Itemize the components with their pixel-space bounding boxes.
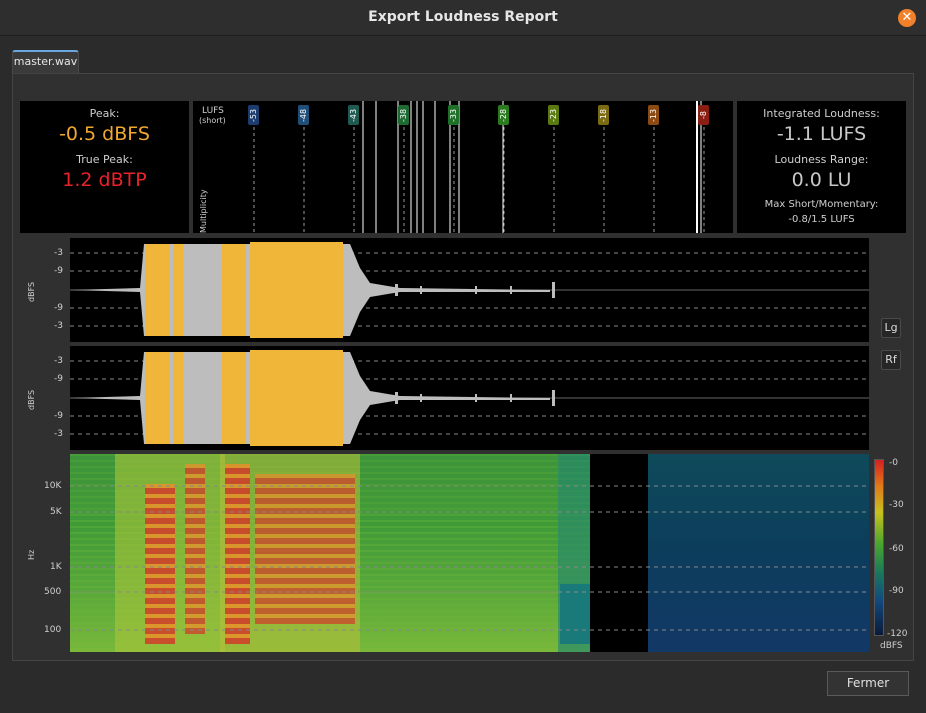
spectrogram-ylabel: Hz bbox=[27, 549, 36, 560]
wave-tick: -9 bbox=[54, 374, 63, 384]
colorbar-tick: -30 bbox=[889, 500, 904, 510]
tick-tag: -48 bbox=[298, 105, 309, 125]
colorbar-unit: dBFS bbox=[880, 641, 903, 651]
colorbar-tick: -0 bbox=[889, 458, 898, 468]
tick-tag: -43 bbox=[348, 105, 359, 125]
colorbar-tick: -90 bbox=[889, 586, 904, 596]
colorbar-tick: -60 bbox=[889, 544, 904, 554]
tick-tag: -13 bbox=[648, 105, 659, 125]
multiplicity-label: Multiplicity bbox=[199, 189, 208, 233]
range-label: Loudness Range: bbox=[774, 153, 869, 166]
wave-tick: -3 bbox=[54, 248, 63, 258]
tick-tag: -33 bbox=[448, 105, 459, 125]
close-icon[interactable]: ✕ bbox=[898, 9, 916, 27]
loudness-box: Integrated Loudness: -1.1 LUFS Loudness … bbox=[737, 101, 906, 233]
short-label: (short) bbox=[199, 116, 226, 125]
wave-tick: -3 bbox=[54, 321, 63, 331]
waveform-right-graphic bbox=[70, 350, 869, 446]
tick-tag: -23 bbox=[548, 105, 559, 125]
max-label: Max Short/Momentary: bbox=[764, 199, 879, 210]
waveform-left-ylabel: dBFS bbox=[27, 281, 36, 302]
integrated-value: -1.1 LUFS bbox=[776, 123, 867, 145]
lufs-label: LUFS bbox=[202, 106, 224, 116]
freq-tick: 10K bbox=[44, 481, 62, 491]
freq-tick: 1K bbox=[50, 562, 62, 572]
max-value: -0.8/1.5 LUFS bbox=[788, 214, 855, 225]
peak-value: -0.5 dBFS bbox=[59, 123, 150, 145]
true-peak-label: True Peak: bbox=[76, 153, 133, 166]
peak-box: Peak: -0.5 dBFS True Peak: 1.2 dBTP bbox=[20, 101, 189, 233]
true-peak-value: 1.2 dBTP bbox=[62, 169, 147, 191]
wave-tick: -9 bbox=[54, 411, 63, 421]
colorbar-tick: -120 bbox=[887, 629, 908, 639]
log-scale-button[interactable]: Lg bbox=[881, 318, 901, 338]
tick-tag: -18 bbox=[598, 105, 609, 125]
wave-tick: -3 bbox=[54, 429, 63, 439]
rectified-button[interactable]: Rf bbox=[881, 350, 901, 370]
window-title: Export Loudness Report bbox=[368, 9, 558, 25]
waveform-left-graphic bbox=[70, 242, 869, 338]
title-bar: Export Loudness Report ✕ bbox=[0, 0, 926, 36]
tab-master-wav[interactable]: master.wav bbox=[12, 50, 79, 74]
freq-tick: 5K bbox=[50, 507, 62, 517]
wave-tick: -9 bbox=[54, 303, 63, 313]
range-value: 0.0 LU bbox=[791, 169, 852, 191]
tick-tag: -53 bbox=[248, 105, 259, 125]
waveform-left bbox=[70, 238, 869, 342]
wave-tick: -3 bbox=[54, 356, 63, 366]
freq-tick: 500 bbox=[44, 587, 62, 597]
peak-label: Peak: bbox=[89, 107, 120, 120]
freq-tick: 100 bbox=[44, 625, 62, 635]
integrated-label: Integrated Loudness: bbox=[763, 107, 880, 120]
wave-tick: -9 bbox=[54, 266, 63, 276]
close-button[interactable]: Fermer bbox=[827, 671, 909, 696]
tick-tag: -28 bbox=[498, 105, 509, 125]
waveform-right bbox=[70, 346, 869, 450]
waveform-right-ylabel: dBFS bbox=[27, 389, 36, 410]
tick-tag: -38 bbox=[398, 105, 409, 125]
spectrogram bbox=[70, 454, 869, 652]
colorbar bbox=[874, 459, 884, 636]
tick-tag: -8 bbox=[698, 105, 709, 125]
spectrogram-graphic bbox=[70, 454, 869, 652]
